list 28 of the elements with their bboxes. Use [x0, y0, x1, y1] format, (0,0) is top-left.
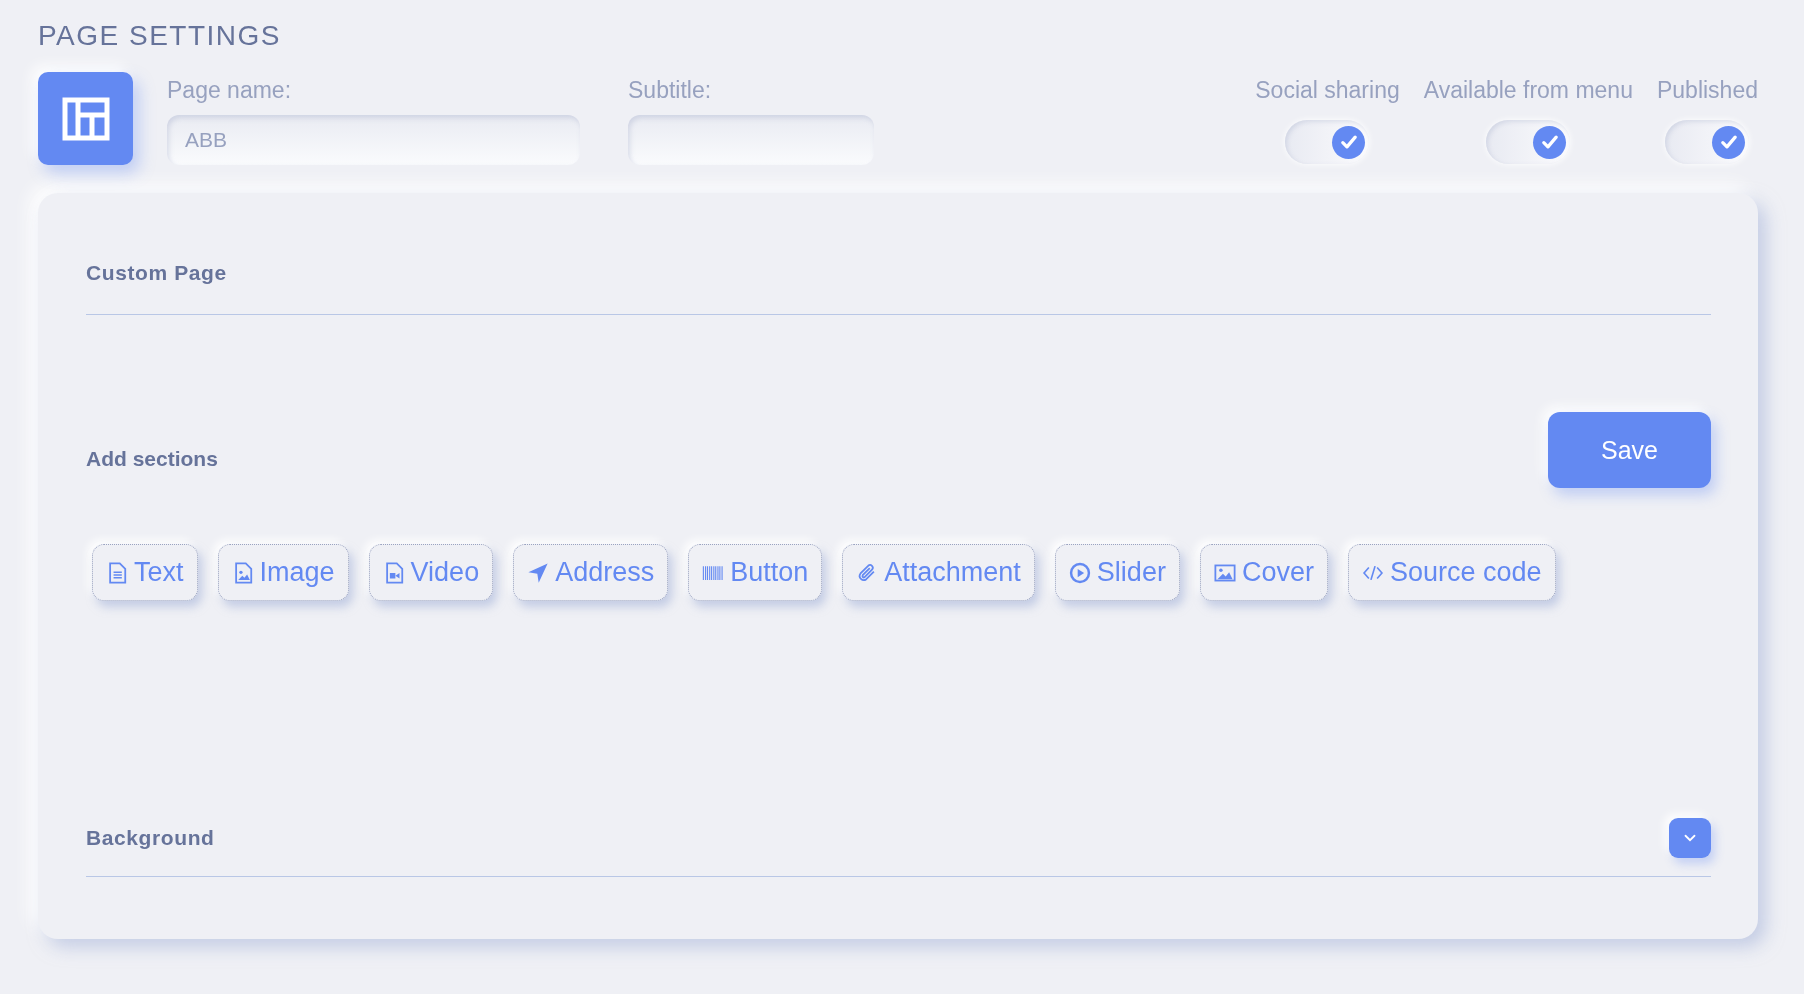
section-title: Background [86, 826, 215, 850]
input-field[interactable] [628, 115, 874, 165]
add-section-button[interactable]: Source code [1347, 544, 1556, 601]
add-section-button[interactable]: Text [92, 544, 198, 601]
toggle-switch[interactable] [1285, 120, 1370, 164]
add-section-button[interactable]: Image [217, 544, 349, 601]
field-label: Subtitle: [628, 77, 713, 105]
section-title: Add sections [86, 447, 218, 471]
section-title: Custom Page [86, 261, 227, 285]
toggle-label: Published [1656, 77, 1758, 105]
add-section-button[interactable]: Slider [1054, 544, 1180, 601]
document-icon [106, 561, 128, 584]
add-section-button[interactable]: Attachment [842, 544, 1035, 601]
save-button[interactable]: Save [1548, 412, 1711, 488]
play-circle-icon [1068, 561, 1091, 584]
add-section-button[interactable]: Cover [1199, 544, 1328, 601]
page-title: PAGE SETTINGS [38, 20, 283, 52]
toggle-switch[interactable] [1486, 120, 1571, 164]
field-label: Page name: [167, 77, 293, 105]
add-section-button[interactable]: Address [513, 544, 669, 601]
toggle-label: Available from menu [1423, 77, 1633, 105]
input-field[interactable]: ABB [167, 115, 580, 165]
toggle-label: Social sharing [1255, 77, 1400, 105]
add-section-button[interactable]: Video [368, 544, 494, 601]
location-arrow-icon [527, 561, 550, 584]
add-section-button[interactable]: Button [688, 544, 823, 601]
expand-button[interactable] [1669, 818, 1711, 858]
toggle-switch[interactable] [1665, 120, 1750, 164]
